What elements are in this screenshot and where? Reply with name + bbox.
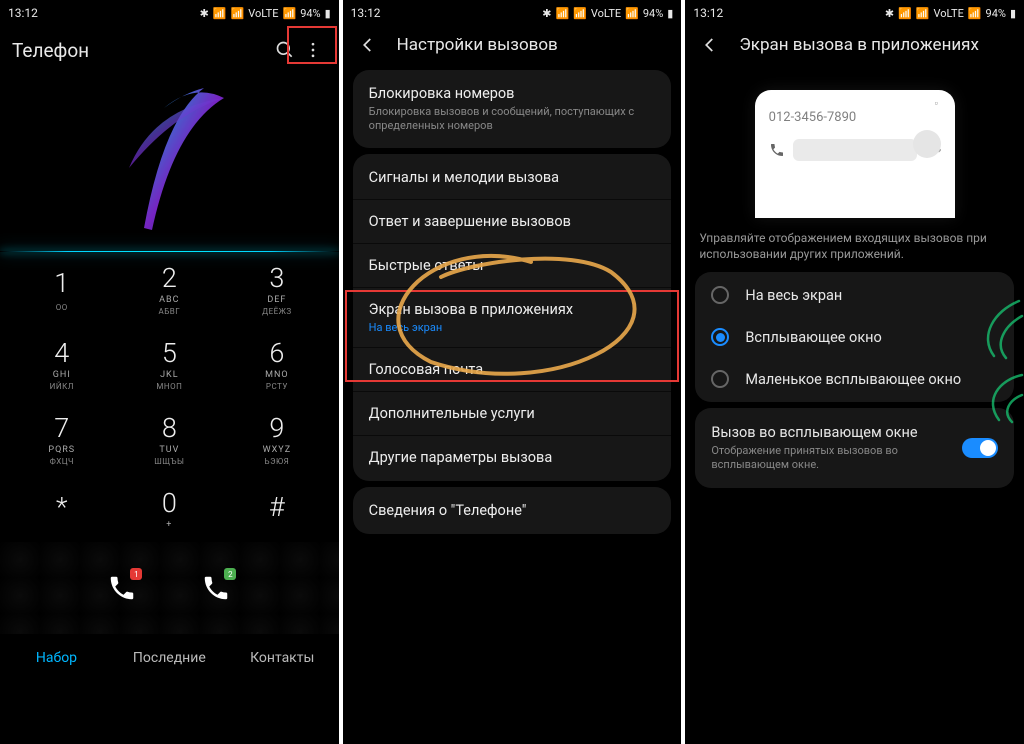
key-5[interactable]: 5JKLМНОП (116, 327, 224, 402)
card-block-numbers: Блокировка номеров Блокировка вызовов и … (353, 70, 672, 148)
option-mini-popup[interactable]: Маленькое всплывающее окно (695, 358, 1014, 400)
status-time: 13:12 (693, 6, 723, 20)
status-time: 13:12 (8, 6, 38, 20)
preview-popup-card: ▫ 012-3456-7890 (755, 90, 955, 218)
settings-body: На весь экран Всплывающее окно Маленькое… (685, 272, 1024, 744)
toggle-keep-popup[interactable]: Вызов во всплывающем окне Отображение пр… (695, 410, 1014, 486)
search-icon[interactable] (271, 36, 299, 64)
sim1-badge: 1 (130, 568, 142, 580)
back-icon[interactable] (357, 34, 379, 56)
settings-header: Экран вызова в приложениях (685, 26, 1024, 70)
key-1[interactable]: 1ОО (8, 252, 116, 327)
key-0[interactable]: 0+ (116, 477, 224, 542)
status-bar: 13:12 ✱📶📶VoLTE📶 94%▮ (343, 0, 682, 26)
row-quick-replies[interactable]: Быстрые ответы (353, 244, 672, 288)
settings-title: Настройки вызовов (397, 35, 558, 55)
key-hash[interactable]: # (223, 477, 331, 542)
more-icon[interactable] (299, 36, 327, 64)
settings-body: Блокировка номеров Блокировка вызовов и … (343, 70, 682, 744)
row-block-numbers[interactable]: Блокировка номеров Блокировка вызовов и … (353, 72, 672, 146)
dialpad: 1ОО 2ABCАБВГ 3DEFДЕЁЖЗ 4GHIИЙКЛ 5JKLМНОП… (0, 252, 339, 542)
card-popup-toggle: Вызов во всплывающем окне Отображение пр… (695, 408, 1014, 488)
settings-title: Экран вызова в приложениях (739, 35, 979, 55)
card-display-options: На весь экран Всплывающее окно Маленькое… (695, 272, 1014, 402)
app-title: Телефон (12, 39, 271, 62)
key-2[interactable]: 2ABCАБВГ (116, 252, 224, 327)
wallpaper-area (0, 74, 339, 252)
preview-avatar (913, 130, 941, 158)
status-bar: 13:12 ✱📶📶VoLTE📶 94%▮ (0, 0, 339, 26)
card-about: Сведения о "Телефоне" (353, 487, 672, 534)
tab-recent[interactable]: Последние (113, 650, 226, 666)
option-full-screen[interactable]: На весь экран (695, 274, 1014, 316)
description-text: Управляйте отображением входящих вызовов… (685, 228, 1024, 272)
row-about-phone[interactable]: Сведения о "Телефоне" (353, 489, 672, 532)
switch-on[interactable] (962, 438, 998, 458)
row-supplementary[interactable]: Дополнительные услуги (353, 392, 672, 436)
key-6[interactable]: 6MNOРСТУ (223, 327, 331, 402)
key-8[interactable]: 8TUVШЩЪЫ (116, 402, 224, 477)
row-ringtones[interactable]: Сигналы и мелодии вызова (353, 156, 672, 200)
tab-dial[interactable]: Набор (0, 650, 113, 666)
wallpaper-glow-line (0, 251, 339, 252)
sim2-badge: 2 (224, 568, 236, 580)
preview-area: ▫ 012-3456-7890 (685, 70, 1024, 228)
row-other-settings[interactable]: Другие параметры вызова (353, 436, 672, 479)
status-bar: 13:12 ✱📶📶VoLTE📶 94%▮ (685, 0, 1024, 26)
phone-screen-call-settings: 13:12 ✱📶📶VoLTE📶 94%▮ Настройки вызовов Б… (343, 0, 682, 744)
radio-icon-checked (711, 328, 729, 346)
key-9[interactable]: 9WXYZЬЭЮЯ (223, 402, 331, 477)
dialer-header: Телефон (0, 26, 339, 74)
call-sim2-button[interactable]: 2 (192, 564, 240, 612)
key-4[interactable]: 4GHIИЙКЛ (8, 327, 116, 402)
call-sim1-button[interactable]: 1 (98, 564, 146, 612)
preview-answer-icon (769, 142, 785, 158)
phone-screen-dialer: 13:12 ✱📶📶VoLTE📶 94%▮ Телефон 1ОО 2ABCАБВ… (0, 0, 339, 744)
bottom-tabs: Набор Последние Контакты (0, 634, 339, 682)
key-3[interactable]: 3DEFДЕЁЖЗ (223, 252, 331, 327)
tab-contacts[interactable]: Контакты (226, 650, 339, 666)
row-call-display[interactable]: Экран вызова в приложениях На весь экран (353, 288, 672, 349)
status-icons: ✱📶📶VoLTE📶 94%▮ (885, 7, 1016, 20)
status-icons: ✱📶📶VoLTE📶 94%▮ (542, 7, 673, 20)
status-time: 13:12 (351, 6, 381, 20)
option-popup[interactable]: Всплывающее окно (695, 316, 1014, 358)
card-call-options: Сигналы и мелодии вызова Ответ и заверше… (353, 154, 672, 482)
row-answer-end[interactable]: Ответ и завершение вызовов (353, 200, 672, 244)
scythe-illustration (94, 78, 244, 248)
key-star[interactable]: * (8, 477, 116, 542)
call-buttons-area: 1 2 (0, 542, 339, 634)
back-icon[interactable] (699, 34, 721, 56)
radio-icon (711, 286, 729, 304)
preview-sim-icon: ▫ (935, 98, 945, 108)
phone-screen-call-display: 13:12 ✱📶📶VoLTE📶 94%▮ Экран вызова в прил… (685, 0, 1024, 744)
row-voicemail[interactable]: Голосовая почта (353, 348, 672, 392)
radio-icon (711, 370, 729, 388)
preview-phone-number: 012-3456-7890 (769, 110, 941, 125)
key-7[interactable]: 7PQRSФХЦЧ (8, 402, 116, 477)
status-icons: ✱📶📶VoLTE📶 94%▮ (200, 7, 331, 20)
settings-header: Настройки вызовов (343, 26, 682, 70)
